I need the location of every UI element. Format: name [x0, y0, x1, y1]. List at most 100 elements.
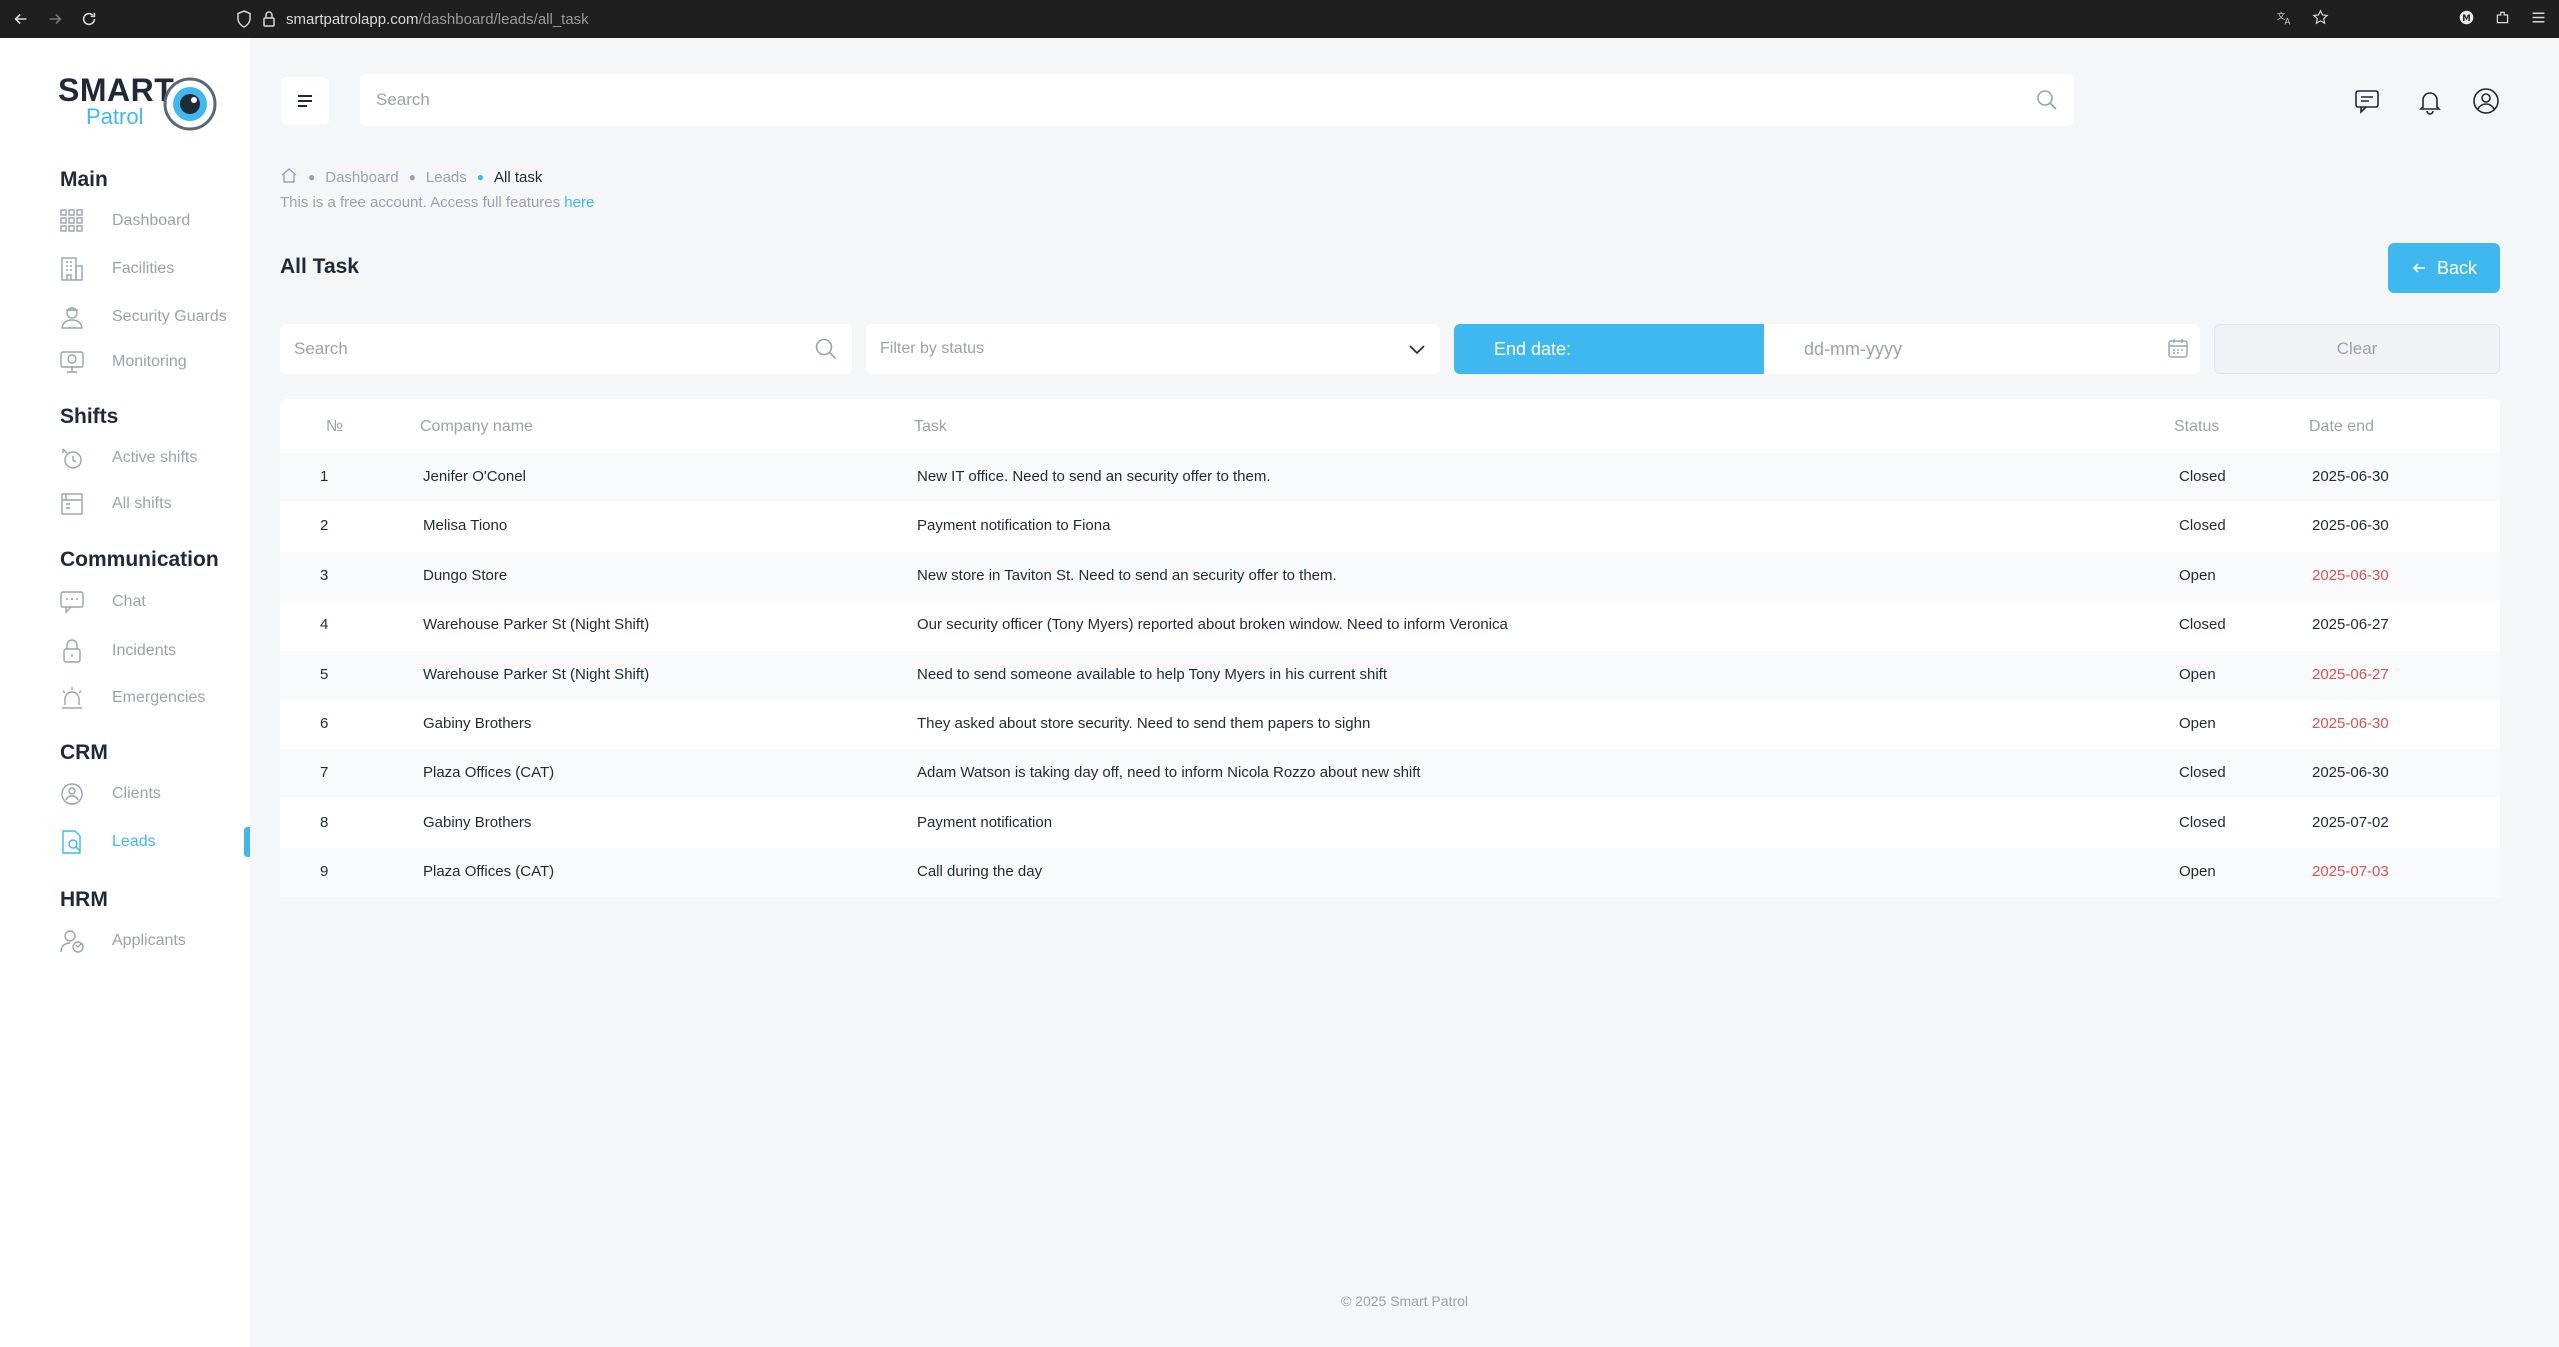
table-row[interactable]: 4 Warehouse Parker St (Night Shift) Our se…: [280, 601, 2500, 650]
search-icon[interactable]: [814, 337, 838, 361]
sidebar-item-security-guards[interactable]: Security Guards: [58, 302, 250, 332]
sidebar-item-active-shifts[interactable]: Active shifts: [58, 443, 250, 473]
messages-icon[interactable]: [2352, 86, 2382, 116]
cell-status: Closed: [2179, 517, 2226, 535]
emergency-icon: [58, 684, 86, 712]
section-title-communication: Communication: [60, 548, 219, 571]
cell-task: Need to send someone available to help T…: [917, 665, 1387, 683]
cell-status: Open: [2179, 715, 2216, 732]
sidebar-item-dashboard[interactable]: Dashboard: [58, 206, 250, 236]
cell-status: Closed: [2179, 764, 2226, 782]
table-row[interactable]: 9 Plaza Offices (CAT) Call during the day O…: [280, 848, 2500, 898]
sidebar-item-incidents[interactable]: Incidents: [58, 636, 250, 666]
sidebar-item-facilities[interactable]: Facilities: [58, 254, 250, 284]
logo-text-patrol: Patrol: [86, 104, 144, 129]
global-search-input[interactable]: [376, 74, 1976, 126]
back-button[interactable]: Back: [2388, 243, 2500, 293]
forward-arrow-icon[interactable]: [42, 6, 68, 32]
cell-n: 9: [320, 863, 329, 881]
end-date-input[interactable]: dd-mm-yyyy: [1764, 324, 2200, 374]
table-row[interactable]: 6 Gabiny Brothers They asked about store s…: [280, 700, 2500, 749]
back-arrow-icon[interactable]: [8, 6, 34, 32]
end-date-label: End date:: [1454, 324, 1764, 374]
cell-date: 2025-06-27: [2312, 616, 2389, 634]
breadcrumb-leads[interactable]: Leads: [426, 169, 467, 186]
table-row[interactable]: 2 Melisa Tiono Payment notification to Fio…: [280, 502, 2500, 551]
status-filter-select[interactable]: Filter by status: [866, 324, 1440, 374]
chat-icon: [58, 588, 86, 616]
sidebar-item-clients[interactable]: Clients: [58, 779, 250, 809]
task-search-box: [280, 324, 852, 374]
breadcrumb-separator: ●: [408, 170, 416, 184]
cell-company: Jenifer O'Conel: [423, 468, 526, 485]
cell-n: 7: [320, 764, 329, 782]
column-header-number[interactable]: №: [326, 418, 343, 436]
table-row[interactable]: 5 Warehouse Parker St (Night Shift) Need t…: [280, 650, 2500, 700]
column-header-company[interactable]: Company name: [420, 418, 533, 436]
active-indicator: [244, 827, 250, 857]
home-icon[interactable]: [280, 166, 298, 188]
table-row[interactable]: 3 Dungo Store New store in Taviton St. Nee…: [280, 551, 2500, 601]
column-header-task[interactable]: Task: [914, 418, 947, 436]
cell-company: Warehouse Parker St (Night Shift): [423, 665, 650, 683]
translate-icon[interactable]: 文A: [2273, 6, 2295, 28]
sidebar-item-label: Monitoring: [112, 353, 187, 370]
cell-date: 2025-06-30: [2312, 764, 2389, 782]
cell-date: 2025-06-30: [2312, 566, 2389, 584]
notification-bell-icon[interactable]: [2415, 86, 2445, 116]
table-row[interactable]: 7 Plaza Offices (CAT) Adam Watson is takin…: [280, 749, 2500, 799]
menu-toggle-button[interactable]: [281, 77, 329, 125]
bookmark-star-icon[interactable]: [2309, 6, 2331, 28]
section-title-shifts: Shifts: [60, 405, 119, 428]
address-bar[interactable]: smartpatrolapp.com/dashboard/leads/all_t…: [236, 8, 589, 30]
search-icon[interactable]: [2036, 89, 2058, 111]
tasks-table: № Company name Task Status Date end 1 Jen…: [280, 399, 2500, 898]
reload-icon[interactable]: [76, 6, 102, 32]
cell-company: Gabiny Brothers: [423, 813, 532, 831]
clear-filters-button[interactable]: Clear: [2214, 324, 2500, 374]
sidebar-item-label: Chat: [112, 593, 146, 610]
applicants-icon: [58, 927, 86, 955]
cell-n: 6: [320, 715, 329, 732]
table-row[interactable]: 1 Jenifer O'Conel New IT office. Need to s…: [280, 453, 2500, 502]
browser-menu-icon[interactable]: [2527, 6, 2549, 28]
sidebar: SMART Patrol Main Dashboard Facilities S…: [0, 38, 250, 1347]
table-row[interactable]: 8 Gabiny Brothers Payment notification Clos…: [280, 799, 2500, 848]
notice-text: This is a free account. Access full feat…: [280, 194, 565, 211]
leads-icon: [58, 828, 86, 856]
sidebar-item-applicants[interactable]: Applicants: [58, 926, 250, 956]
cell-status: Closed: [2179, 616, 2226, 634]
cell-task: Payment notification: [917, 813, 1053, 831]
sidebar-item-leads[interactable]: Leads: [58, 827, 250, 857]
smart-patrol-logo[interactable]: SMART Patrol: [58, 72, 218, 142]
cell-date: 2025-06-30: [2312, 468, 2389, 485]
monitoring-icon: [58, 348, 86, 376]
profile-badge-icon[interactable]: M: [2455, 6, 2477, 28]
shield-icon: [237, 10, 251, 28]
status-filter-placeholder: Filter by status: [880, 340, 985, 357]
cell-company: Plaza Offices (CAT): [423, 863, 555, 881]
browser-toolbar: smartpatrolapp.com/dashboard/leads/all_t…: [0, 0, 2559, 38]
extensions-icon[interactable]: [2491, 6, 2513, 28]
sidebar-item-all-shifts[interactable]: All shifts: [58, 489, 250, 519]
sidebar-item-label: Active shifts: [112, 449, 198, 466]
task-search-input[interactable]: [294, 324, 794, 374]
breadcrumb-dashboard[interactable]: Dashboard: [325, 169, 398, 186]
cell-n: 2: [320, 517, 329, 535]
active-shifts-icon: [58, 444, 86, 472]
cell-task: Adam Watson is taking day off, need to i…: [917, 764, 1421, 782]
sidebar-item-monitoring[interactable]: Monitoring: [58, 347, 250, 377]
cell-company: Warehouse Parker St (Night Shift): [423, 616, 650, 634]
page-title: All Task: [280, 255, 359, 278]
svg-text:M: M: [2462, 13, 2470, 23]
cell-date: 2025-06-30: [2312, 715, 2389, 732]
url-text: smartpatrolapp.com/dashboard/leads/all_t…: [286, 10, 589, 28]
calendar-icon[interactable]: [2166, 336, 2190, 360]
user-account-icon[interactable]: [2471, 86, 2501, 116]
upgrade-link[interactable]: here: [564, 194, 594, 211]
sidebar-item-chat[interactable]: Chat: [58, 587, 250, 617]
column-header-date-end[interactable]: Date end: [2309, 418, 2374, 436]
column-header-status[interactable]: Status: [2174, 418, 2219, 436]
sidebar-item-emergencies[interactable]: Emergencies: [58, 683, 250, 713]
cell-task: They asked about store security. Need to…: [917, 715, 1371, 732]
